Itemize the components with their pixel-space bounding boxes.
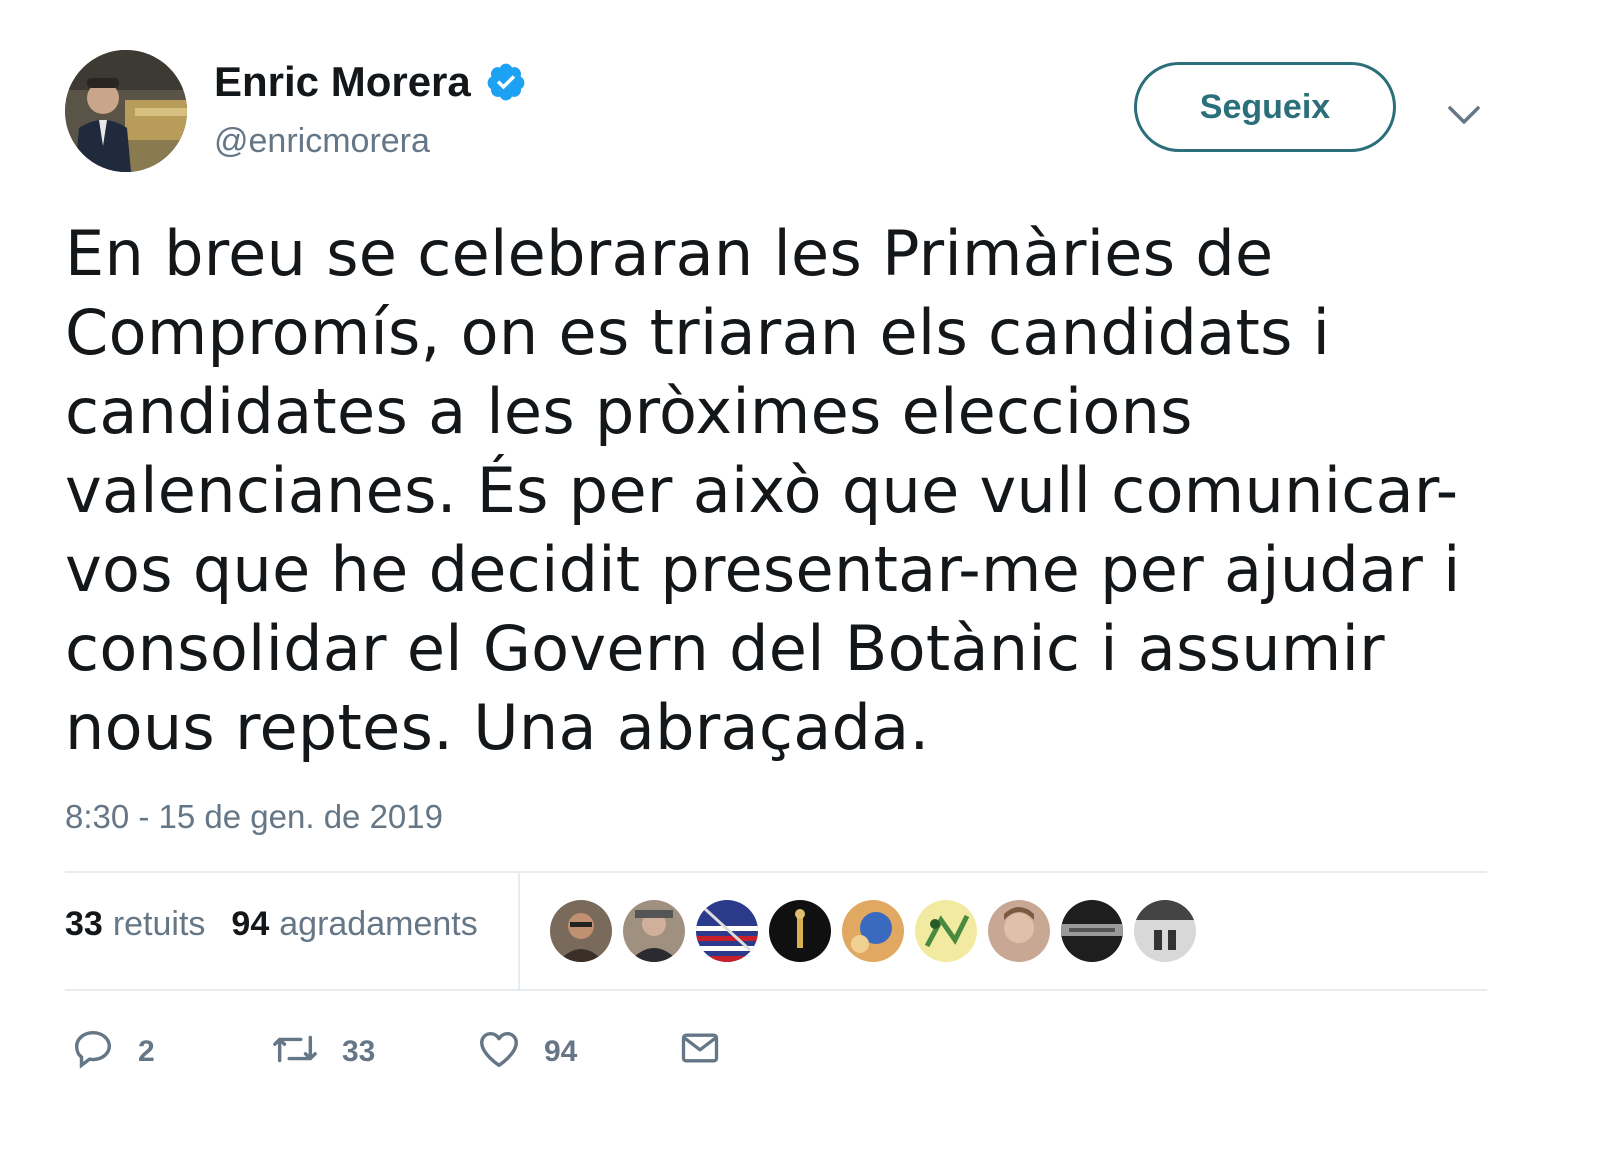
author-name-text: Enric Morera: [214, 58, 471, 105]
liker-avatar[interactable]: [696, 900, 758, 962]
liker-avatar-2-icon: [623, 900, 685, 962]
tweet-text-line: consolidar el Govern del Botànic i assum…: [65, 612, 1385, 685]
liker-avatar[interactable]: [623, 900, 685, 962]
verified-badge-icon: [487, 63, 525, 101]
tweet-text-line: Compromís, on es triaran els candidats i: [65, 296, 1331, 369]
stats-divider-top: [65, 871, 1487, 873]
direct-message-button[interactable]: [678, 1026, 722, 1070]
heart-icon: [480, 1031, 518, 1068]
chevron-down-icon[interactable]: [1446, 100, 1482, 128]
retweets-label: retuits: [112, 905, 206, 943]
likes-label: agradaments: [279, 905, 478, 943]
retweet-count: 33: [342, 1035, 376, 1068]
liker-avatar[interactable]: [1134, 900, 1196, 962]
liker-avatar[interactable]: [842, 900, 904, 962]
tweet-stats: 33 retuits 94 agradaments: [65, 905, 478, 944]
retweets-stat[interactable]: 33 retuits: [65, 905, 205, 944]
reply-button[interactable]: 2: [70, 1026, 155, 1072]
stats-vertical-divider: [518, 873, 520, 989]
liker-avatar-1-icon: [550, 900, 612, 962]
liker-avatar-9-icon: [1134, 900, 1196, 962]
tweet-text-line: candidates a les pròximes eleccions: [65, 375, 1193, 448]
retweet-icon: [273, 1035, 317, 1063]
liker-avatar[interactable]: [988, 900, 1050, 962]
stats-divider-bottom: [65, 989, 1487, 991]
tweet-text-line: nous reptes. Una abraçada.: [65, 691, 930, 764]
author-name[interactable]: Enric Morera: [214, 58, 527, 106]
liker-avatar[interactable]: [1061, 900, 1123, 962]
envelope-icon: [681, 1033, 719, 1063]
tweet-text: En breu se celebraran les Primàries de C…: [65, 214, 1545, 767]
author-avatar[interactable]: [65, 50, 187, 172]
liker-avatar[interactable]: [769, 900, 831, 962]
tweet-timestamp[interactable]: 8:30 - 15 de gen. de 2019: [65, 798, 443, 836]
liker-avatar-6-icon: [915, 900, 977, 962]
like-button[interactable]: 94: [476, 1026, 577, 1072]
liker-avatar-3-icon: [696, 900, 758, 962]
likers-avatars: [550, 900, 1196, 962]
likes-count: 94: [231, 905, 270, 943]
tweet-text-line: En breu se celebraran les Primàries de: [65, 217, 1274, 290]
liker-avatar-5-icon: [842, 900, 904, 962]
retweets-count: 33: [65, 905, 103, 943]
liker-avatar-7-icon: [988, 900, 1050, 962]
retweet-button[interactable]: 33: [270, 1026, 375, 1072]
tweet-actions: 2 33 94: [70, 1026, 770, 1082]
liker-avatar[interactable]: [915, 900, 977, 962]
liker-avatar-8-icon: [1061, 900, 1123, 962]
author-handle[interactable]: @enricmorera: [214, 122, 430, 161]
reply-count: 2: [138, 1035, 155, 1068]
tweet-text-line: vos que he decidit presentar-me per ajud…: [65, 533, 1461, 606]
avatar-photo-icon: [65, 50, 187, 172]
liker-avatar-4-icon: [769, 900, 831, 962]
like-count: 94: [544, 1035, 578, 1068]
liker-avatar[interactable]: [550, 900, 612, 962]
tweet-card: Enric Morera @enricmorera Segueix En bre…: [0, 0, 1600, 1163]
follow-button[interactable]: Segueix: [1134, 62, 1396, 152]
tweet-text-line: valencianes. És per això que vull comuni…: [65, 454, 1459, 527]
likes-stat[interactable]: 94 agradaments: [231, 905, 477, 944]
reply-icon: [74, 1030, 112, 1069]
